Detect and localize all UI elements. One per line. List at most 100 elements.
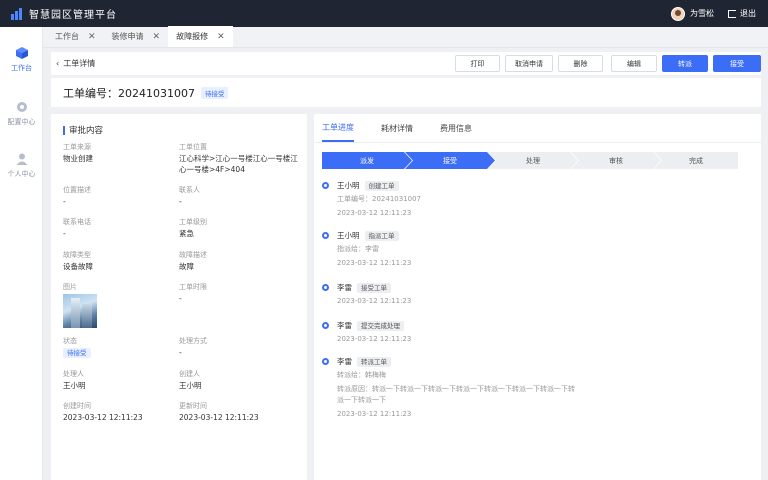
status-badge: 待接受	[200, 86, 229, 99]
action-tag: 接受工单	[357, 282, 391, 293]
field-label: 状态	[63, 337, 77, 345]
tab-consumables[interactable]: 耗材详情	[381, 114, 413, 142]
tab-fault-repair[interactable]: 故障报修 ✕	[168, 26, 233, 47]
card-title: 审批内容	[63, 124, 103, 136]
field-label: 更新时间	[179, 402, 207, 410]
field-label: 工单时限	[179, 283, 207, 291]
cancel-apply-button[interactable]: 取消申请	[505, 55, 553, 72]
sidebar-item-label: 个人中心	[7, 170, 36, 178]
progress-steps: 派发 接受 处理 审核 完成	[322, 152, 738, 169]
sidebar-item-label: 工作台	[11, 64, 32, 72]
actor-name: 李雷	[337, 321, 352, 330]
detail-card: 工单进度 耗材详情 费用信息 派发 接受 处理 审核 完成 王小明 创建工单 工单…	[314, 114, 761, 480]
field-level: 工单级别 紧急	[179, 218, 299, 239]
field-value: -	[63, 229, 66, 238]
field-image: 图片	[63, 283, 183, 328]
field-label: 创建时间	[63, 402, 91, 410]
page-header: ‹ 工单详情 打印 取消申请 删除 编辑 转派 接受	[51, 52, 761, 75]
building-photo[interactable]	[63, 294, 97, 328]
user-name: 为雪松	[690, 9, 714, 18]
title-bar	[63, 125, 65, 135]
tab-label: 装修申请	[111, 32, 144, 41]
logout-label: 退出	[740, 9, 756, 18]
step-complete: 完成	[654, 152, 738, 169]
close-icon[interactable]: ✕	[217, 32, 225, 42]
app-logo: 智慧园区管理平台	[11, 6, 117, 21]
top-bar: 智慧园区管理平台 为雪松 退出	[0, 0, 768, 27]
field-value: 王小明	[63, 381, 86, 390]
close-icon[interactable]: ✕	[88, 32, 96, 42]
transfer-button[interactable]: 转派	[662, 55, 708, 72]
tab-progress[interactable]: 工单进度	[322, 114, 354, 142]
field-value: -	[179, 348, 182, 357]
tab-renovation[interactable]: 装修申请 ✕	[104, 26, 169, 47]
sidebar-item-personal[interactable]: 个人中心	[0, 152, 43, 179]
back-button[interactable]: ‹ 工单详情	[56, 58, 95, 69]
tab-label: 工作台	[55, 32, 79, 41]
logout-button[interactable]: 退出	[728, 8, 756, 19]
cube-icon	[15, 47, 28, 59]
actor-name: 王小明	[337, 231, 360, 240]
field-updated-time: 更新时间 2023-03-12 12:11:23	[179, 402, 299, 423]
step-review: 审核	[571, 152, 661, 169]
field-value: -	[179, 294, 182, 303]
field-label: 联系电话	[63, 218, 91, 226]
field-value: -	[63, 197, 66, 206]
field-label: 位置描述	[63, 186, 91, 194]
tab-divider	[314, 142, 761, 143]
step-label: 完成	[689, 156, 703, 165]
timeline-dot-icon	[322, 182, 329, 189]
user-menu[interactable]: 为雪松	[671, 6, 714, 21]
field-creator: 创建人 王小明	[179, 370, 299, 391]
field-time-limit: 工单时限 -	[179, 283, 299, 304]
timeline-dot-icon	[322, 232, 329, 239]
action-tag: 提交完成处理	[357, 320, 404, 331]
field-label: 处理人	[63, 370, 84, 378]
field-created-time: 创建时间 2023-03-12 12:11:23	[63, 402, 183, 423]
timeline-time: 2023-03-12 12:11:23	[337, 335, 412, 343]
actor-name: 李雷	[337, 357, 352, 366]
field-value: 设备故障	[63, 262, 93, 271]
tab-workbench[interactable]: 工作台 ✕	[47, 26, 104, 47]
field-value: 紧急	[179, 229, 194, 238]
delete-button[interactable]: 删除	[558, 55, 603, 72]
tab-costs[interactable]: 费用信息	[440, 114, 472, 142]
field-source: 工单来源 物业创建	[63, 143, 183, 164]
action-tag: 转派工单	[357, 356, 391, 367]
edit-button[interactable]: 编辑	[611, 55, 657, 72]
sidebar-item-config[interactable]: 配置中心	[0, 100, 43, 127]
field-label: 创建人	[179, 370, 200, 378]
detail-tabs: 工单进度 耗材详情 费用信息	[322, 114, 499, 142]
step-label: 接受	[443, 156, 457, 165]
card-title-text: 审批内容	[69, 126, 104, 136]
chevron-left-icon: ‹	[56, 59, 60, 68]
field-label: 故障描述	[179, 251, 207, 259]
field-value: 故障	[179, 262, 194, 271]
field-location: 工单位置 江心科学>江心一号楼江心一号楼江心一号楼>4F>404	[179, 143, 299, 175]
gear-icon	[16, 102, 27, 112]
actor-name: 李雷	[337, 283, 352, 292]
approval-card: 审批内容 工单来源 物业创建 工单位置 江心科学>江心一号楼江心一号楼江心一号楼…	[51, 114, 307, 480]
field-phone: 联系电话 -	[63, 218, 183, 239]
sidebar-item-workbench[interactable]: 工作台	[0, 46, 43, 73]
tab-bar: 工作台 ✕ 装修申请 ✕ 故障报修 ✕	[43, 26, 768, 48]
timeline-time: 2023-03-12 12:11:23	[337, 209, 412, 217]
timeline-reason: 转派原因：转派一下转派一下转派一下转派一下转派一下转派一下转派一下转	[337, 385, 575, 393]
accept-button[interactable]: 接受	[713, 55, 761, 72]
close-icon[interactable]: ✕	[153, 32, 161, 42]
avatar	[671, 6, 685, 21]
app-title: 智慧园区管理平台	[29, 10, 117, 21]
print-button[interactable]: 打印	[455, 55, 500, 72]
step-process: 处理	[488, 152, 578, 169]
field-handle-method: 处理方式 -	[179, 337, 299, 358]
logout-icon	[728, 9, 736, 18]
step-accept: 接受	[405, 152, 495, 169]
field-value: 2023-03-12 12:11:23	[63, 413, 143, 422]
timeline-time: 2023-03-12 12:11:23	[337, 297, 412, 305]
field-label: 处理方式	[179, 337, 207, 345]
bar-chart-icon	[11, 7, 23, 20]
timeline-dot-icon	[322, 284, 329, 291]
field-label: 联系人	[179, 186, 200, 194]
field-value: 王小明	[179, 381, 202, 390]
timeline-dot-icon	[322, 358, 329, 365]
